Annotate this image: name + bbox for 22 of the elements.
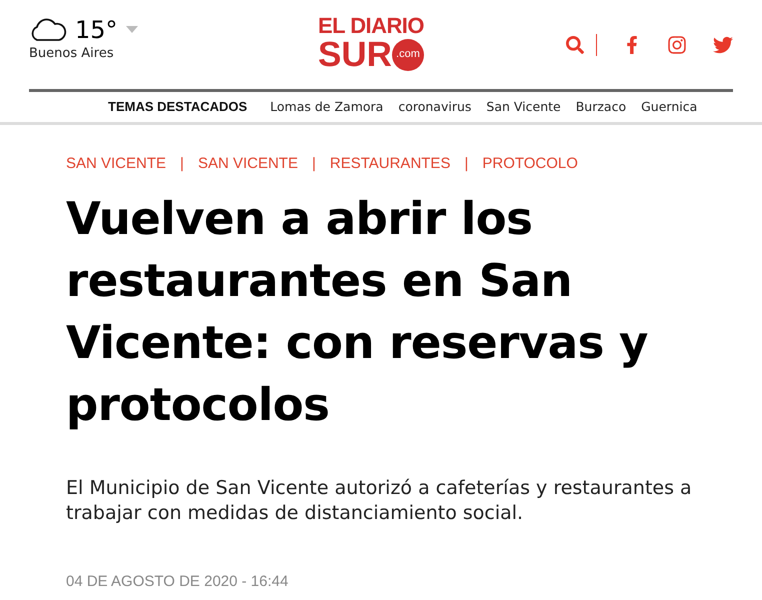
- twitter-icon[interactable]: [713, 35, 733, 55]
- trending-link[interactable]: Burzaco: [576, 98, 626, 116]
- tag-link[interactable]: RESTAURANTES: [330, 153, 450, 176]
- tag-separator: |: [180, 154, 184, 174]
- tag-link[interactable]: PROTOCOLO: [482, 153, 578, 176]
- tag-separator: |: [464, 154, 468, 174]
- article-summary: El Municipio de San Vicente autorizó a cafeterías y restaurantes a trabajar con medidas de distanciamiento social.: [66, 476, 693, 526]
- temperature: 15°: [75, 18, 118, 42]
- tag-link[interactable]: SAN VICENTE: [198, 153, 298, 176]
- trending-link[interactable]: coronavirus: [398, 98, 472, 116]
- trending-link[interactable]: Lomas de Zamora: [270, 98, 384, 116]
- trending-title: TEMAS DESTACADOS: [108, 98, 248, 116]
- cloud-icon: [29, 18, 67, 42]
- tag-link[interactable]: SAN VICENTE: [66, 153, 166, 176]
- trending-link[interactable]: San Vicente: [486, 98, 561, 116]
- search-icon[interactable]: [566, 36, 584, 54]
- tag-separator: |: [312, 154, 316, 174]
- trending-link[interactable]: Guernica: [641, 98, 698, 116]
- instagram-icon[interactable]: [667, 35, 687, 55]
- city-name: Buenos Aires: [29, 45, 115, 63]
- article-headline: Vuelven a abrir los restaurantes en San Vicente: con reservas y protocolos: [66, 190, 649, 432]
- article-date: 04 DE AGOSTO DE 2020 - 16:44: [66, 572, 290, 592]
